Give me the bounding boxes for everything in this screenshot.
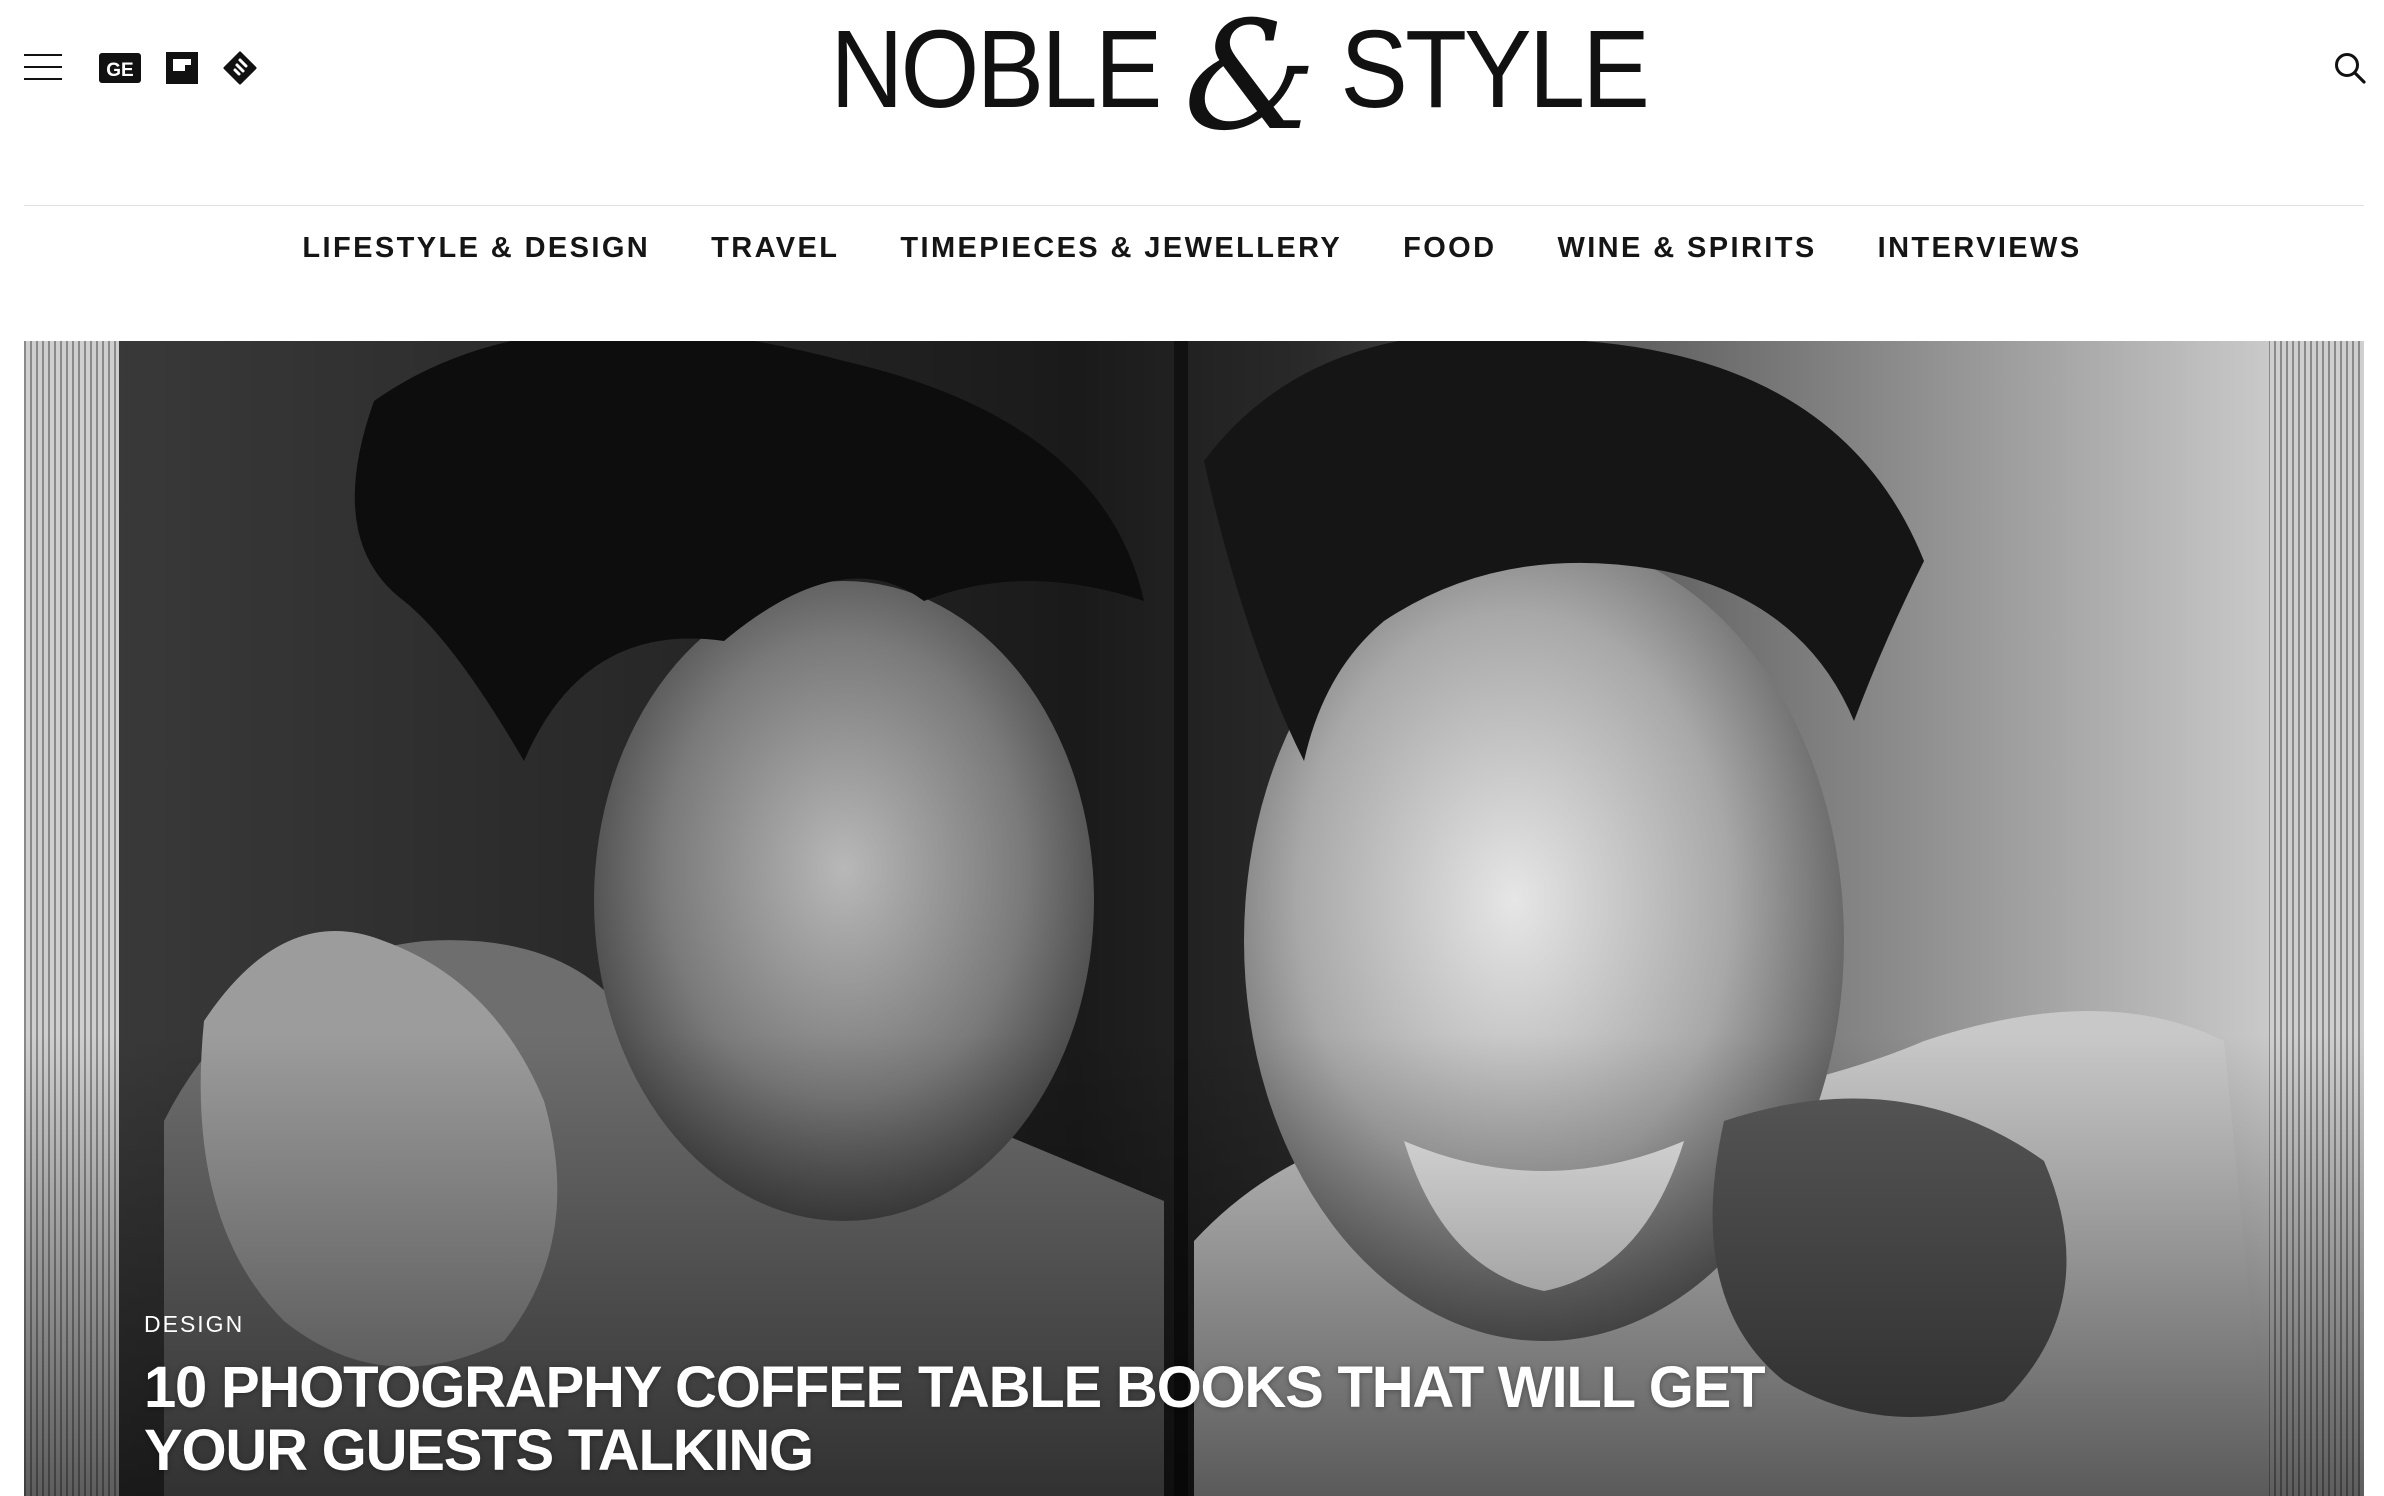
hero-title-line-2: YOUR GUESTS TALKING	[144, 1418, 814, 1483]
nav-item-timepieces-jewellery[interactable]: TIMEPIECES & JEWELLERY	[900, 232, 1342, 265]
nav-item-wine-spirits[interactable]: WINE & SPIRITS	[1557, 232, 1816, 265]
flipboard-icon[interactable]	[166, 50, 198, 86]
google-news-glyph: GE	[106, 60, 133, 81]
nav-item-travel[interactable]: TRAVEL	[711, 232, 839, 265]
hero-title[interactable]: 10 PHOTOGRAPHY COFFEE TABLE BOOKS THAT W…	[144, 1356, 1844, 1482]
google-news-icon[interactable]: GE	[99, 50, 141, 86]
logo-text-style: STYLE	[1340, 8, 1650, 131]
nav-item-lifestyle-design[interactable]: LIFESTYLE & DESIGN	[302, 232, 650, 265]
site-logo[interactable]: NOBLE & STYLE	[830, 0, 1650, 152]
hero-article[interactable]: DESIGN 10 PHOTOGRAPHY COFFEE TABLE BOOKS…	[24, 341, 2364, 1496]
hamburger-icon[interactable]	[24, 54, 62, 80]
page: GE NOBLE & STYLE LIFESTYLE & DESIGN TRAV…	[0, 0, 2384, 1496]
nav-item-interviews[interactable]: INTERVIEWS	[1878, 232, 2082, 265]
feedly-icon[interactable]	[222, 50, 258, 86]
hero-text: DESIGN 10 PHOTOGRAPHY COFFEE TABLE BOOKS…	[144, 1311, 1844, 1482]
site-header: GE NOBLE & STYLE	[0, 0, 2384, 205]
hero-title-line-1: 10 PHOTOGRAPHY COFFEE TABLE BOOKS THAT W…	[144, 1355, 1766, 1420]
logo-ampersand: &	[1183, 0, 1317, 164]
logo-text-noble: NOBLE	[829, 8, 1162, 131]
hero-category-label[interactable]: DESIGN	[144, 1311, 244, 1338]
main-nav: LIFESTYLE & DESIGN TRAVEL TIMEPIECES & J…	[0, 206, 2384, 290]
nav-item-food[interactable]: FOOD	[1403, 232, 1496, 265]
search-icon[interactable]	[2332, 50, 2368, 86]
